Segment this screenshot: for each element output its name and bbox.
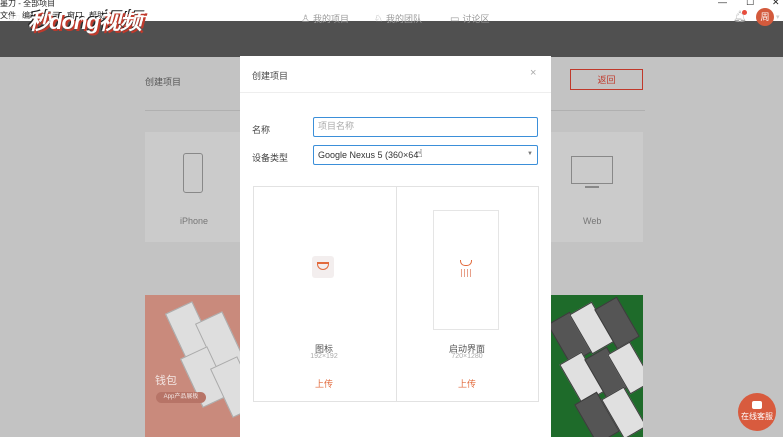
- nav-discussion[interactable]: ▭ 讨论区: [450, 12, 489, 25]
- template-tag: App产品展板: [156, 392, 206, 403]
- back-button[interactable]: 返回: [570, 69, 643, 90]
- hand-cursor-icon: ☝: [416, 148, 423, 160]
- dropdown-arrow-icon: ▼: [527, 151, 533, 157]
- dialog-divider: [240, 92, 551, 93]
- minimize-button[interactable]: —: [718, 0, 727, 7]
- device-label-web: Web: [583, 216, 602, 226]
- close-window-button[interactable]: ✕: [772, 0, 780, 8]
- device-type-value: Google Nexus 5 (360×64: [318, 150, 419, 160]
- chevron-down-icon[interactable]: ▾: [776, 13, 780, 21]
- app-name: 墨刀: [8, 16, 21, 22]
- logo-dots: [461, 269, 471, 277]
- device-label-iphone: iPhone: [180, 216, 209, 226]
- template-card-wallet[interactable]: [145, 295, 241, 437]
- name-label: 名称: [252, 125, 271, 135]
- brand-watermark: 秒dong视频: [28, 9, 142, 34]
- message-icon: [752, 401, 762, 409]
- page-title: 创建项目: [145, 77, 182, 87]
- upload-divider: [396, 186, 397, 402]
- splash-logo-icon: [460, 260, 472, 278]
- project-name-input[interactable]: [314, 118, 532, 134]
- online-support-button[interactable]: 在线客服: [738, 393, 776, 431]
- monitor-stand: [585, 186, 599, 188]
- template-name: 钱包: [155, 375, 177, 387]
- splash-upload-size: 720×1280: [451, 353, 483, 360]
- dialog-title: 创建项目: [252, 71, 289, 81]
- template-card-green[interactable]: [549, 295, 643, 437]
- team-icon: ♘: [374, 14, 383, 25]
- monitor-icon: [571, 156, 613, 184]
- icon-upload-button[interactable]: 上传: [274, 377, 374, 390]
- chat-icon: ▭: [450, 14, 460, 25]
- user-icon: ♙: [301, 14, 310, 25]
- app-icon-preview: [312, 256, 334, 278]
- splash-upload-button[interactable]: 上传: [417, 377, 517, 390]
- logo-stroke: [460, 260, 472, 266]
- logo-icon: [317, 264, 329, 270]
- nav-my-team[interactable]: ♘ 我的团队: [374, 12, 422, 25]
- close-icon[interactable]: ×: [530, 67, 536, 79]
- device-type-label: 设备类型: [252, 153, 289, 163]
- notification-dot: [742, 10, 747, 15]
- name-field-wrapper: [313, 117, 538, 137]
- icon-upload-size: 192×192: [310, 353, 338, 360]
- nav-my-projects[interactable]: ♙ 我的项目: [301, 12, 349, 25]
- maximize-button[interactable]: ☐: [746, 0, 754, 8]
- online-support-label: 在线客服: [741, 412, 773, 421]
- phone-icon: [183, 153, 203, 193]
- avatar[interactable]: 周: [756, 8, 774, 26]
